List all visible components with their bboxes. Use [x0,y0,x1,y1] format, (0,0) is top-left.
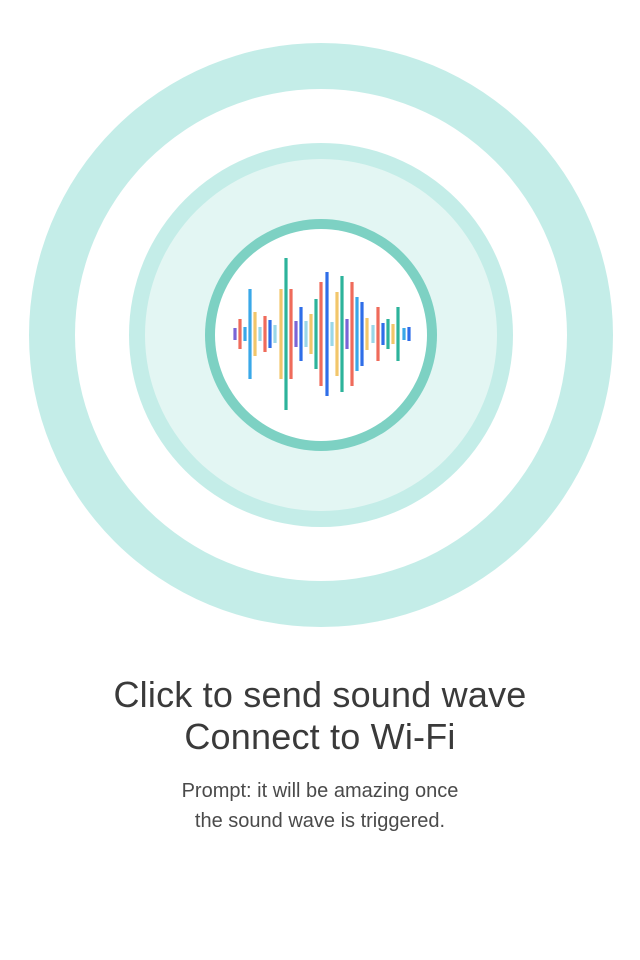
title-line-2: Connect to Wi-Fi [184,716,456,757]
prompt-line-2: the sound wave is triggered. [194,810,446,832]
title-line-1: Click to send sound wave [113,674,527,715]
inner-disc [215,229,427,441]
prompt-line-1: Prompt: it will be amazing once [181,780,459,802]
prompt-text: Prompt: it will be amazing once the soun… [0,776,640,836]
sound-wave-screen: Click to send sound wave Connect to Wi-F… [0,0,640,960]
page-title: Click to send sound wave Connect to Wi-F… [0,674,640,758]
